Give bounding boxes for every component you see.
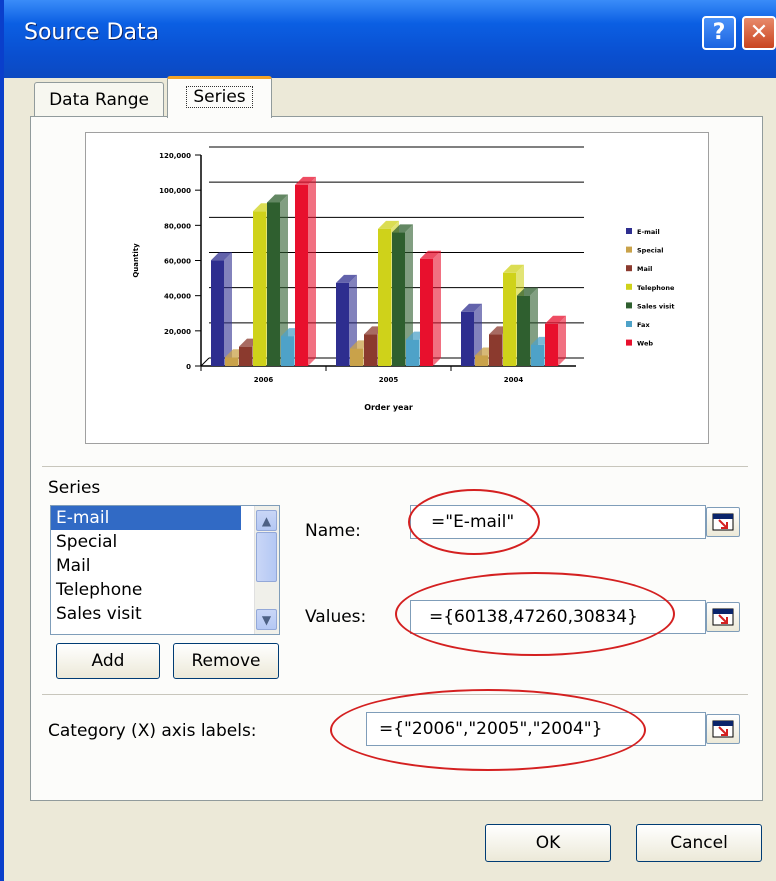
bar: [461, 311, 474, 366]
y-tick-label: 120,000: [159, 152, 191, 160]
bar: [475, 355, 488, 366]
x-axis-label: Order year: [364, 403, 413, 412]
y-tick-label: 80,000: [164, 222, 191, 230]
bar-side: [433, 250, 441, 366]
series-list-item[interactable]: Special: [51, 530, 241, 554]
tab-data-range[interactable]: Data Range: [34, 82, 164, 116]
bar: [406, 339, 419, 366]
legend-swatch: [626, 321, 632, 327]
bar: [517, 295, 530, 366]
values-collapse-button[interactable]: [706, 602, 740, 632]
x-tick-label: 2004: [504, 376, 524, 384]
tab-series[interactable]: Series: [167, 76, 272, 118]
category-field[interactable]: ={"2006","2005","2004"}: [366, 712, 706, 746]
series-list-item[interactable]: Sales visit: [51, 602, 241, 626]
bar: [489, 334, 502, 366]
ok-button-label: OK: [535, 833, 561, 853]
remove-button-label: Remove: [191, 651, 261, 671]
legend-label: Telephone: [637, 284, 675, 292]
bar: [239, 346, 252, 366]
bar-side: [224, 252, 232, 366]
x-tick-label: 2005: [379, 376, 399, 384]
legend-label: E-mail: [637, 228, 660, 236]
bar: [378, 228, 391, 366]
bar: [225, 357, 238, 366]
separator-top: [42, 466, 748, 467]
window-title: Source Data: [24, 20, 160, 45]
tab-series-label: Series: [186, 86, 253, 108]
scroll-up-icon[interactable]: ▲: [256, 510, 277, 531]
legend-swatch: [626, 246, 632, 253]
chart-preview: 0 20,000 40,000 60,000 80,000 100,000 120,000 2…: [85, 132, 709, 444]
name-field[interactable]: ="E-mail": [410, 505, 706, 539]
bar: [281, 336, 294, 366]
axis-depth: [200, 357, 210, 367]
y-tick-label: 60,000: [164, 258, 191, 266]
values-field-value: ={60138,47260,30834}: [429, 607, 638, 627]
values-label: Values:: [305, 607, 367, 627]
bar-side: [308, 176, 316, 366]
cancel-button-label: Cancel: [670, 833, 728, 853]
y-tick-label: 100,000: [159, 187, 191, 195]
name-field-value: ="E-mail": [431, 512, 515, 532]
legend-swatch: [626, 265, 632, 272]
legend-label: Special: [637, 247, 663, 255]
bar: [545, 323, 558, 366]
category-collapse-button[interactable]: [706, 714, 740, 744]
legend-swatch: [626, 228, 632, 234]
cancel-button[interactable]: Cancel: [636, 824, 762, 862]
bar: [253, 211, 266, 366]
title-bar: Source Data ? ✕: [4, 0, 776, 78]
category-field-value: ={"2006","2005","2004"}: [379, 719, 603, 739]
bar-side: [558, 315, 566, 366]
bar: [295, 184, 308, 366]
values-field[interactable]: ={60138,47260,30834}: [410, 600, 706, 634]
bar: [211, 260, 224, 366]
legend-swatch: [626, 339, 632, 346]
listbox-scrollbar[interactable]: ▲ ▼: [254, 506, 279, 634]
help-button[interactable]: ?: [702, 16, 736, 50]
ok-button[interactable]: OK: [485, 824, 611, 862]
bar: [503, 272, 516, 366]
bar: [531, 344, 544, 366]
legend-label: Mail: [637, 265, 652, 273]
legend-label: Sales visit: [637, 302, 675, 310]
tab-data-range-label: Data Range: [49, 90, 149, 110]
bar: [350, 348, 363, 366]
range-select-icon: [712, 720, 734, 738]
name-label: Name:: [305, 521, 361, 541]
legend-label: Fax: [637, 321, 650, 329]
close-button[interactable]: ✕: [742, 16, 776, 50]
scroll-down-icon[interactable]: ▼: [256, 609, 277, 630]
bar: [420, 258, 433, 366]
series-label: Series: [48, 478, 101, 498]
series-list-item[interactable]: Mail: [51, 554, 241, 578]
legend-label: Web: [637, 340, 653, 348]
separator-bottom: [42, 694, 748, 695]
bar: [392, 232, 405, 366]
series-list-item[interactable]: Telephone: [51, 578, 241, 602]
range-select-icon: [712, 608, 734, 626]
y-axis-label: Quantity: [132, 243, 140, 278]
range-select-icon: [712, 513, 734, 531]
y-tick-label: 0: [186, 363, 191, 371]
bar: [364, 334, 377, 366]
y-tick-label: 40,000: [164, 293, 191, 301]
name-collapse-button[interactable]: [706, 507, 740, 537]
series-listbox[interactable]: E-mail Special Mail Telephone Sales visit ▲ …: [50, 505, 280, 635]
add-button[interactable]: Add: [56, 643, 160, 679]
add-button-label: Add: [91, 651, 125, 671]
scroll-thumb[interactable]: [256, 532, 277, 582]
x-tick-label: 2006: [254, 376, 274, 384]
chart-svg: 0 20,000 40,000 60,000 80,000 100,000 120,000 2…: [132, 146, 675, 412]
series-list-item[interactable]: E-mail: [51, 506, 241, 530]
bar: [267, 202, 280, 366]
category-label: Category (X) axis labels:: [48, 721, 257, 741]
remove-button[interactable]: Remove: [173, 643, 279, 679]
legend-swatch: [626, 302, 632, 309]
y-tick-label: 20,000: [164, 328, 191, 336]
bar: [336, 282, 349, 366]
legend-swatch: [626, 283, 632, 290]
